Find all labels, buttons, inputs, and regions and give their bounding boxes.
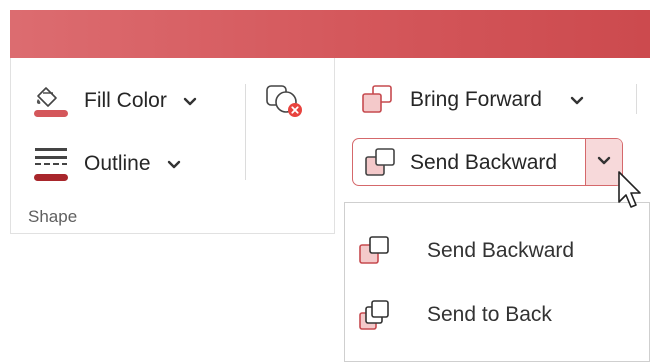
separator — [636, 84, 637, 114]
chevron-down-icon — [597, 153, 611, 171]
fill-color-label: Fill Color — [84, 89, 167, 112]
outline-lines-icon — [32, 145, 70, 183]
chevron-down-icon[interactable] — [167, 152, 181, 176]
outline-button[interactable]: Outline — [32, 145, 181, 183]
bring-forward-label: Bring Forward — [410, 88, 542, 111]
menu-item-label: Send Backward — [427, 239, 575, 262]
send-to-back-icon — [357, 299, 393, 333]
menu-item-label: Send to Back — [427, 303, 552, 326]
menu-item-send-to-back[interactable]: Send to Back — [345, 287, 649, 343]
send-backward-label: Send Backward — [410, 151, 558, 174]
chevron-down-icon[interactable] — [570, 88, 584, 112]
menu-item-send-backward[interactable]: Send Backward — [345, 223, 649, 279]
separator — [245, 84, 246, 180]
mouse-pointer-icon — [617, 170, 643, 219]
paint-bucket-icon — [32, 84, 70, 118]
fill-color-button[interactable]: Fill Color — [32, 84, 197, 118]
shape-remove-icon — [264, 84, 306, 118]
bring-forward-button[interactable]: Bring Forward — [360, 84, 584, 116]
chevron-down-icon[interactable] — [183, 89, 197, 113]
title-bar — [10, 10, 650, 58]
bring-forward-icon — [360, 84, 396, 116]
shape-button[interactable] — [264, 84, 306, 118]
send-backward-menu: Send Backward Send to Back — [344, 202, 650, 362]
send-backward-icon — [357, 235, 393, 267]
group-label-shape: Shape — [28, 207, 78, 226]
outline-label: Outline — [84, 152, 151, 175]
send-backward-icon — [363, 147, 399, 179]
send-backward-button[interactable]: Send Backward — [352, 138, 623, 186]
